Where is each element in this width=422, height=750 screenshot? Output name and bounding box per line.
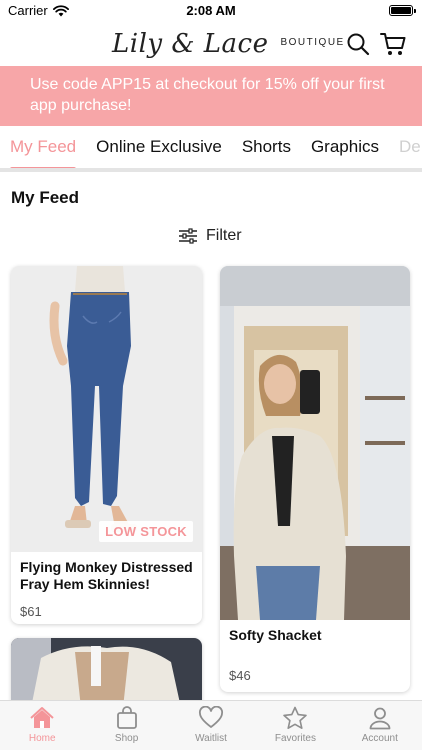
status-time: 2:08 AM (186, 3, 236, 18)
tab-home-label: Home (28, 733, 56, 744)
tab-account-label: Account (361, 733, 398, 744)
battery-icon (389, 5, 416, 16)
status-bar: Carrier 2:08 AM (0, 0, 422, 22)
product-image: LOW STOCK (11, 266, 202, 552)
tab-shop-label: Shop (114, 733, 139, 744)
bottom-tab-bar: Home Shop Waitlist Favorites Account (0, 700, 422, 750)
tab-favorites-label: Favorites (274, 733, 316, 744)
logo-script-text: Lily & Lace (112, 29, 269, 59)
home-icon (30, 707, 54, 728)
product-card[interactable] (11, 638, 202, 708)
logo-badge: BOUTIQUE (272, 36, 354, 49)
tab-shorts[interactable]: Shorts (232, 126, 301, 168)
promo-banner[interactable]: Use code APP15 at checkout for 15% off y… (0, 66, 422, 126)
clothing-photo (11, 638, 202, 708)
product-image (220, 266, 410, 620)
filter-button[interactable]: Filter (178, 227, 242, 245)
search-button[interactable] (344, 30, 372, 58)
tab-favorites[interactable]: Favorites (253, 701, 337, 750)
jeans-photo (11, 266, 202, 552)
product-price: $61 (20, 604, 42, 619)
low-stock-badge: LOW STOCK (99, 521, 193, 542)
cart-button[interactable] (379, 30, 407, 58)
brand-logo[interactable]: Lily & Lace BOUTIQUE (112, 24, 355, 64)
tab-shop[interactable]: Shop (84, 701, 168, 750)
app-header: Lily & Lace BOUTIQUE (0, 22, 422, 66)
product-info: Softy Shacket $46 (220, 620, 410, 683)
page-title: My Feed (11, 188, 80, 207)
tab-account[interactable]: Account (338, 701, 422, 750)
heart-icon (199, 706, 224, 728)
filter-label: Filter (206, 227, 242, 244)
promo-text: Use code APP15 at checkout for 15% off y… (30, 76, 385, 114)
cart-icon (380, 33, 406, 55)
tab-waitlist-label: Waitlist (195, 733, 227, 744)
tab-my-feed[interactable]: My Feed (0, 126, 86, 168)
product-image (11, 638, 202, 708)
shopping-bag-icon (116, 706, 137, 729)
sliders-icon (179, 228, 197, 244)
tab-home[interactable]: Home (0, 701, 84, 750)
shacket-photo (220, 266, 410, 620)
product-price: $46 (229, 668, 251, 683)
product-name: Flying Monkey Distressed Fray Hem Skinni… (20, 559, 193, 592)
tab-waitlist[interactable]: Waitlist (169, 701, 253, 750)
search-icon (347, 33, 370, 56)
product-info: Flying Monkey Distressed Fray Hem Skinni… (11, 552, 202, 619)
tab-graphics[interactable]: Graphics (301, 126, 389, 168)
product-name: Softy Shacket (229, 627, 322, 643)
product-card[interactable]: Softy Shacket $46 (220, 266, 410, 692)
tab-online-exclusive[interactable]: Online Exclusive (86, 126, 232, 168)
product-card[interactable]: LOW STOCK Flying Monkey Distressed Fray … (11, 266, 202, 624)
tab-partial[interactable]: De (389, 126, 422, 168)
star-icon (283, 706, 308, 729)
user-icon (369, 707, 391, 730)
category-tabs: My Feed Online Exclusive Shorts Graphics… (0, 126, 422, 172)
